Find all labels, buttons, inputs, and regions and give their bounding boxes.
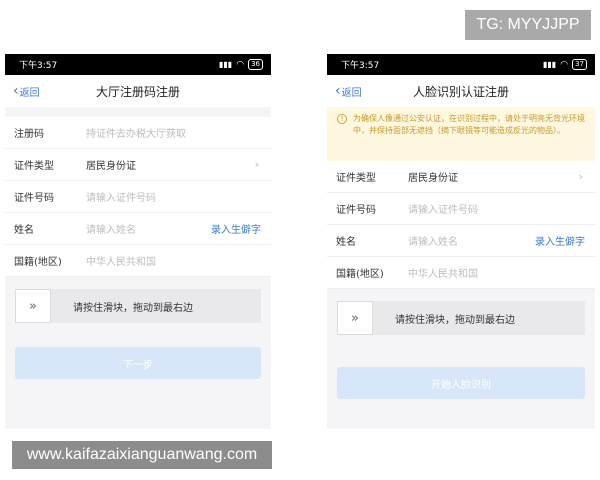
name-field[interactable]: 姓名 请输入姓名 录入生僻字 — [5, 213, 271, 245]
double-chevron-right-icon: » — [351, 310, 359, 326]
id-type-select[interactable]: 证件类型 居民身份证 › — [327, 161, 595, 193]
slider-text: 请按住滑块，拖动到最右边 — [395, 314, 515, 326]
nav-bar: ‹ 返回 人脸识别认证注册 — [327, 75, 595, 107]
id-number-field[interactable]: 证件号码 请输入证件号码 — [5, 181, 271, 213]
field-label: 证件类型 — [336, 173, 376, 184]
field-label: 姓名 — [14, 225, 34, 236]
field-label: 姓名 — [336, 237, 356, 248]
next-button[interactable]: 下一步 — [15, 347, 261, 379]
nationality-select[interactable]: 国籍(地区) 中华人民共和国 — [327, 257, 595, 289]
rare-char-link[interactable]: 录入生僻字 — [535, 233, 585, 248]
field-label: 证件类型 — [14, 161, 54, 172]
id-type-select[interactable]: 证件类型 居民身份证 › — [5, 149, 271, 181]
status-bar: 下午3:57 ▮▮▮ ◠ 36 — [5, 54, 271, 75]
chevron-right-icon: › — [578, 170, 583, 183]
info-icon: ! — [337, 114, 347, 124]
nav-bar: ‹ 返回 大厅注册码注册 — [5, 75, 271, 107]
back-button[interactable]: ‹ 返回 — [335, 75, 362, 107]
id-number-input[interactable]: 请输入证件号码 — [408, 201, 595, 216]
page-title: 人脸识别认证注册 — [412, 84, 509, 99]
notice-text: 为确保人像通过公安认证，在识别过程中，请处于明亮无背光环境中，并保持面部无遮挡（… — [353, 114, 585, 135]
nationality-value: 中华人民共和国 — [408, 269, 478, 280]
slider-captcha: » 请按住滑块，拖动到最右边 — [337, 301, 585, 335]
start-face-recognition-button[interactable]: 开始人脸识别 — [337, 367, 585, 399]
chevron-left-icon: ‹ — [13, 83, 19, 99]
slider-captcha: » 请按住滑块，拖动到最右边 — [15, 289, 261, 323]
chevron-left-icon: ‹ — [335, 83, 341, 99]
field-label: 证件号码 — [336, 205, 376, 216]
notice-banner: ! 为确保人像通过公安认证，在识别过程中，请处于明亮无背光环境中，并保持面部无遮… — [327, 107, 595, 161]
wifi-icon: ◠ — [236, 59, 245, 70]
registration-form: 注册码 持证件去办税大厅获取 证件类型 居民身份证 › 证件号码 请输入证件号码… — [5, 117, 271, 277]
slider-text: 请按住滑块，拖动到最右边 — [73, 302, 193, 314]
id-type-value: 居民身份证 — [408, 173, 458, 184]
battery-icon: 37 — [572, 59, 587, 70]
status-time: 下午3:57 — [19, 61, 58, 71]
id-number-input[interactable]: 请输入证件号码 — [86, 189, 271, 204]
phone-screen-right: 下午3:57 ▮▮▮ ◠ 37 ‹ 返回 人脸识别认证注册 ! 为确保人像通过公… — [327, 54, 595, 429]
registration-code-input[interactable]: 持证件去办税大厅获取 — [86, 125, 271, 140]
field-label: 注册码 — [14, 129, 44, 140]
chevron-right-icon: › — [254, 158, 259, 171]
signal-icon: ▮▮▮ — [219, 60, 233, 69]
nationality-value: 中华人民共和国 — [86, 257, 156, 268]
field-label: 证件号码 — [14, 193, 54, 204]
registration-code-field[interactable]: 注册码 持证件去办税大厅获取 — [5, 117, 271, 149]
signal-icon: ▮▮▮ — [543, 60, 557, 69]
battery-icon: 36 — [248, 59, 263, 70]
id-number-field[interactable]: 证件号码 请输入证件号码 — [327, 193, 595, 225]
nationality-select[interactable]: 国籍(地区) 中华人民共和国 — [5, 245, 271, 277]
name-field[interactable]: 姓名 请输入姓名 录入生僻字 — [327, 225, 595, 257]
field-label: 国籍(地区) — [336, 269, 384, 280]
slider-handle[interactable]: » — [337, 301, 373, 335]
tg-badge: TG: MYYJJPP — [465, 10, 591, 40]
watermark: www.kaifazaixianguanwang.com — [12, 441, 272, 469]
status-time: 下午3:57 — [341, 61, 380, 71]
status-bar: 下午3:57 ▮▮▮ ◠ 37 — [327, 54, 595, 75]
face-registration-form: 证件类型 居民身份证 › 证件号码 请输入证件号码 姓名 请输入姓名 录入生僻字… — [327, 161, 595, 289]
id-type-value: 居民身份证 — [86, 161, 136, 172]
phone-screen-left: 下午3:57 ▮▮▮ ◠ 36 ‹ 返回 大厅注册码注册 注册码 持证件去办税大… — [5, 54, 271, 429]
field-label: 国籍(地区) — [14, 257, 62, 268]
double-chevron-right-icon: » — [29, 298, 37, 314]
rare-char-link[interactable]: 录入生僻字 — [211, 221, 261, 236]
back-button[interactable]: ‹ 返回 — [13, 75, 40, 107]
back-label: 返回 — [341, 87, 362, 99]
back-label: 返回 — [19, 87, 40, 99]
page-title: 大厅注册码注册 — [95, 84, 180, 99]
slider-handle[interactable]: » — [15, 289, 51, 323]
wifi-icon: ◠ — [560, 59, 569, 70]
